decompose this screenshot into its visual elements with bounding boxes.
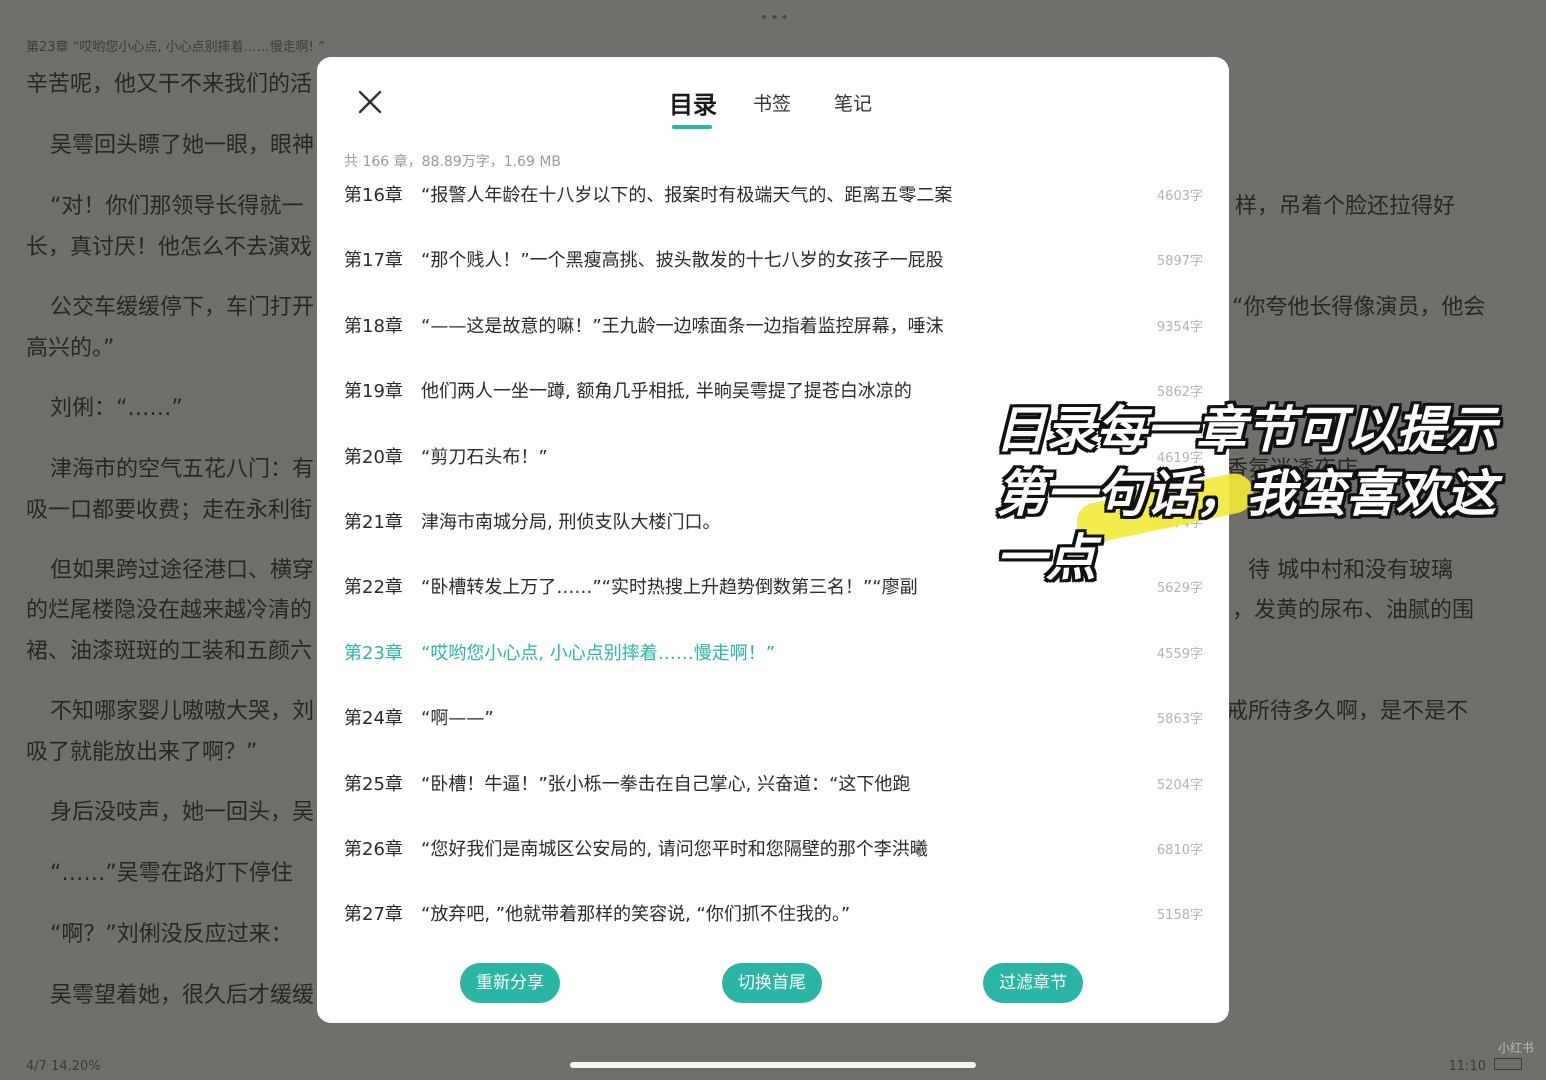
reader-line: 公交车缓缓停下，车门打开 xyxy=(50,295,315,320)
reader-line: 辛苦呢，他又干不来我们的活 xyxy=(26,72,313,97)
active-tab-indicator xyxy=(672,125,712,129)
chapter-number: 第17章 xyxy=(344,250,403,272)
reader-line: 不知哪家婴儿嗷嗷大哭，刘 xyxy=(50,699,315,724)
annotation-caption: 目录每一章节可以提示第一句话，我蛮喜欢这一点 xyxy=(996,401,1496,587)
home-indicator[interactable] xyxy=(570,1062,976,1068)
reader-line: 高兴的。” xyxy=(26,336,115,361)
chapter-word-count: 4603字 xyxy=(1156,189,1203,204)
chapter-number: 第25章 xyxy=(344,773,403,795)
reader-line: 津海市的空气五花八门：有 xyxy=(50,457,315,482)
chapter-word-count: 5204字 xyxy=(1156,777,1203,793)
reshare-button[interactable]: 重新分享 xyxy=(460,963,560,1003)
reader-line: “你夸他长得像演员，他会 xyxy=(1232,295,1486,320)
reader-chapter-header: 第23章 “哎哟您小心点, 小心点别摔着……慢走啊! ” xyxy=(26,40,325,55)
more-options-icon[interactable]: ••• xyxy=(760,10,791,26)
chapter-word-count: 6810字 xyxy=(1156,843,1203,858)
chapter-first-sentence: “啊——” xyxy=(421,708,494,730)
chapter-row[interactable]: 第27章 “放弃吧, ”他就带着那样的笑容说, “你们抓不住我的。” 5158字 xyxy=(317,880,1229,945)
chapter-word-count: 9354字 xyxy=(1156,319,1203,335)
chapter-word-count: 5158字 xyxy=(1156,908,1203,924)
tab-bookmarks[interactable]: 书签 xyxy=(753,89,791,116)
reader-clock: 11:10 xyxy=(1448,1059,1486,1074)
chapter-row[interactable]: 第18章 “——这是故意的嘛！”王九龄一边嗦面条一边指着监控屏幕，唾沫 9354字 xyxy=(317,292,1229,357)
reader-line: 吴雩回头瞟了她一眼，眼神 xyxy=(50,133,315,158)
chapter-first-sentence: “那个贱人！”一个黑瘦高挑、披头散发的十七八岁的女孩子一屁股 xyxy=(421,250,944,272)
chapter-number: 第27章 xyxy=(344,904,403,926)
chapter-row[interactable]: 第25章 “卧槽！牛逼！”张小栎一拳击在自己掌心, 兴奋道：“这下他跑 5204字 xyxy=(317,750,1229,815)
chapter-row[interactable]: 第24章 “啊——” 5863字 xyxy=(317,684,1229,749)
chapter-number: 第19章 xyxy=(344,381,403,403)
chapter-first-sentence: “报警人年龄在十八岁以下的、报案时有极端天气的、距离五零二案 xyxy=(421,185,953,206)
tab-notes[interactable]: 笔记 xyxy=(834,89,872,116)
reader-line: 长，真讨厌！他怎么不去演戏 xyxy=(26,235,313,260)
reader-line: ，发黄的尿布、油腻的围 xyxy=(1232,598,1475,623)
reader-line: 样，吊着个脸还拉得好 xyxy=(1235,194,1456,219)
reader-line: 的烂尾楼隐没在越来越冷清的 xyxy=(26,598,313,623)
chapter-first-sentence: “——这是故意的嘛！”王九龄一边嗦面条一边指着监控屏幕，唾沫 xyxy=(421,315,944,337)
battery-icon xyxy=(1494,1058,1522,1070)
toggle-order-button[interactable]: 切换首尾 xyxy=(722,963,822,1003)
chapter-row[interactable]: 第16章 “报警人年龄在十八岁以下的、报案时有极端天气的、距离五零二案 4603字 xyxy=(317,161,1229,226)
filter-chapters-button[interactable]: 过滤章节 xyxy=(983,963,1083,1003)
chapter-word-count: 5897字 xyxy=(1156,254,1203,270)
chapter-number: 第16章 xyxy=(344,185,403,206)
chapter-first-sentence: “哎哟您小心点, 小心点别摔着……慢走啊！” xyxy=(421,642,776,664)
chapter-number: 第24章 xyxy=(344,708,403,730)
reader-line: “……”吴雩在路灯下停住 xyxy=(50,861,293,886)
action-bar: 重新分享 切换首尾 过滤章节 xyxy=(317,963,1229,1005)
chapter-number: 第18章 xyxy=(344,315,403,337)
reader-line: 吸了就能放出来了啊？” xyxy=(26,740,258,765)
watermark: 小红书 xyxy=(1497,1041,1534,1055)
chapter-number: 第21章 xyxy=(344,512,403,533)
reader-line: 刘俐：“……” xyxy=(50,396,183,421)
chapter-first-sentence: “卧槽！牛逼！”张小栎一拳击在自己掌心, 兴奋道：“这下他跑 xyxy=(421,773,911,795)
chapter-first-sentence: “您好我们是南城区公安局的, 请问您平时和您隔壁的那个李洪曦 xyxy=(421,839,928,860)
chapter-first-sentence: “放弃吧, ”他就带着那样的笑容说, “你们抓不住我的。” xyxy=(421,904,851,926)
chapter-number: 第26章 xyxy=(344,839,403,860)
chapter-row[interactable]: 第17章 “那个贱人！”一个黑瘦高挑、披头散发的十七八岁的女孩子一屁股 5897字 xyxy=(317,226,1229,291)
chapter-word-count: 5863字 xyxy=(1156,712,1203,728)
reader-line: 但如果跨过途径港口、横穿 xyxy=(50,558,315,583)
chapter-number: 第20章 xyxy=(344,446,403,468)
tab-contents[interactable]: 目录 xyxy=(669,85,717,120)
reader-line: 身后没吱声，她一回头，吴 xyxy=(50,800,315,825)
reader-line: “对！你们那领导长得就一 xyxy=(50,194,304,219)
chapter-number: 第23章 xyxy=(344,642,403,664)
chapter-word-count: 4559字 xyxy=(1156,646,1203,662)
reader-line: 裙、油漆斑斑的工装和五颜六 xyxy=(26,639,313,664)
catalog-tabs: 目录 书签 笔记 xyxy=(317,83,1229,133)
chapter-row-current[interactable]: 第23章 “哎哟您小心点, 小心点别摔着……慢走啊！” 4559字 xyxy=(317,619,1229,684)
reader-line: “啊？”刘俐没反应过来： xyxy=(50,922,293,947)
chapter-row[interactable]: 第26章 “您好我们是南城区公安局的, 请问您平时和您隔壁的那个李洪曦 6810字 xyxy=(317,815,1229,880)
reader-line: 吴雩望着她，很久后才缓缓 xyxy=(50,983,315,1008)
chapter-number: 第22章 xyxy=(344,577,403,599)
reader-line: 戒所待多久啊，是不是不 xyxy=(1226,699,1469,724)
reader-line: 吸一口都要收费；走在永利街 xyxy=(26,498,313,523)
reader-progress: 4/7 14.20% xyxy=(26,1059,101,1074)
